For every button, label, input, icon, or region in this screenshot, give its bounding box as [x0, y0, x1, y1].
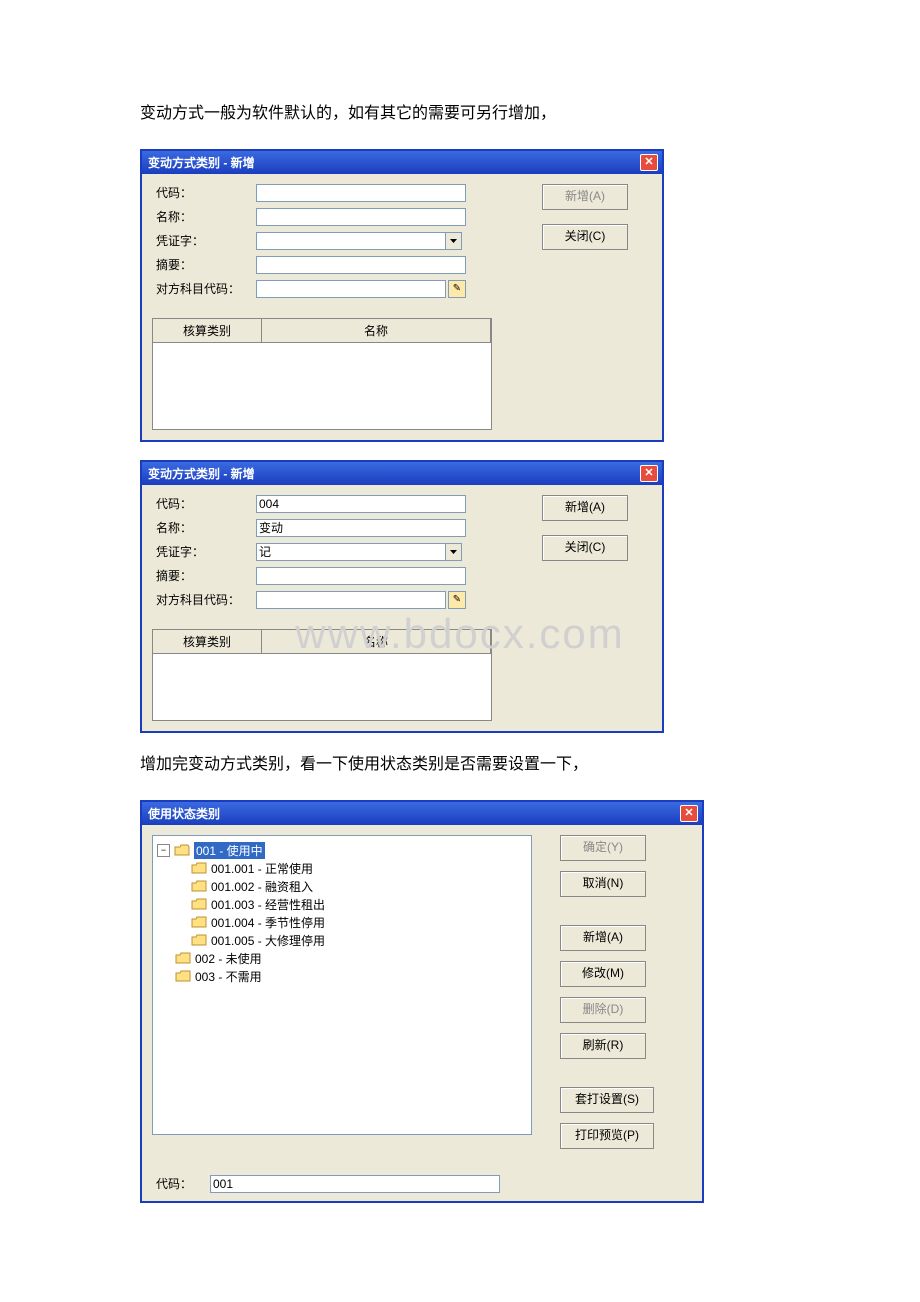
code-input[interactable]	[256, 495, 466, 513]
label-account: 对方科目代码：	[152, 280, 256, 297]
modify-button[interactable]: 修改(M)	[560, 961, 646, 987]
title-text: 变动方式类别 - 新增	[148, 465, 255, 482]
refresh-button[interactable]: 刷新(R)	[560, 1033, 646, 1059]
voucher-input[interactable]	[256, 232, 446, 250]
tree-label: 001.005 - 大修理停用	[211, 932, 325, 949]
tree-label: 001.001 - 正常使用	[211, 860, 313, 877]
code-input[interactable]	[210, 1175, 500, 1193]
voucher-input[interactable]	[256, 543, 446, 561]
name-input[interactable]	[256, 519, 466, 537]
close-button[interactable]: 关闭(C)	[542, 535, 628, 561]
summary-input[interactable]	[256, 256, 466, 274]
dialog-change-type-2: 变动方式类别 - 新增 ✕ 代码： 名称： 凭证字： 摘要： 对方科目代码：✎ …	[140, 460, 664, 733]
label-summary: 摘要：	[152, 256, 256, 273]
tree-label: 001.004 - 季节性停用	[211, 914, 325, 931]
tree-node[interactable]: 002 - 未使用	[157, 950, 527, 968]
tree-node[interactable]: 001.004 - 季节性停用	[157, 914, 527, 932]
tree-label: 001.003 - 经营性租出	[211, 896, 325, 913]
tree-node[interactable]: 003 - 不需用	[157, 968, 527, 986]
close-icon[interactable]: ✕	[640, 154, 658, 171]
grid-col-type[interactable]: 核算类别	[153, 630, 262, 653]
voucher-combo[interactable]	[256, 543, 462, 561]
dialog-use-status: 使用状态类别 ✕ − 001 - 使用中 001.001 - 正常使用 001.…	[140, 800, 704, 1203]
print-preview-button[interactable]: 打印预览(P)	[560, 1123, 654, 1149]
tree-node[interactable]: 001.002 - 融资租入	[157, 878, 527, 896]
label-name: 名称：	[152, 519, 256, 536]
cancel-button[interactable]: 取消(N)	[560, 871, 646, 897]
label-summary: 摘要：	[152, 567, 256, 584]
tree-node[interactable]: − 001 - 使用中	[157, 842, 527, 860]
chevron-down-icon[interactable]	[446, 543, 462, 561]
title-text: 使用状态类别	[148, 805, 220, 822]
tree-node[interactable]: 001.001 - 正常使用	[157, 860, 527, 878]
close-icon[interactable]: ✕	[640, 465, 658, 482]
label-voucher: 凭证字：	[152, 232, 256, 249]
chevron-down-icon[interactable]	[446, 232, 462, 250]
close-icon[interactable]: ✕	[680, 805, 698, 822]
lookup-icon[interactable]: ✎	[448, 280, 466, 298]
name-input[interactable]	[256, 208, 466, 226]
code-input[interactable]	[256, 184, 466, 202]
folder-icon	[175, 952, 191, 965]
voucher-combo[interactable]	[256, 232, 462, 250]
folder-icon	[175, 970, 191, 983]
account-input[interactable]	[256, 591, 446, 609]
delete-button[interactable]: 删除(D)	[560, 997, 646, 1023]
tree-label: 002 - 未使用	[195, 950, 262, 967]
grid: 核算类别 名称	[152, 318, 492, 430]
title-text: 变动方式类别 - 新增	[148, 154, 255, 171]
tree-node[interactable]: 001.005 - 大修理停用	[157, 932, 527, 950]
folder-icon	[191, 934, 207, 947]
folder-open-icon	[174, 844, 190, 857]
lookup-icon[interactable]: ✎	[448, 591, 466, 609]
grid: 核算类别 名称	[152, 629, 492, 721]
titlebar[interactable]: 变动方式类别 - 新增 ✕	[142, 151, 662, 174]
add-button[interactable]: 新增(A)	[542, 495, 628, 521]
label-code: 代码：	[152, 184, 256, 201]
ok-button[interactable]: 确定(Y)	[560, 835, 646, 861]
paragraph-2: 增加完变动方式类别，看一下使用状态类别是否需要设置一下，	[140, 751, 780, 780]
label-code: 代码：	[152, 1175, 210, 1192]
grid-col-name[interactable]: 名称	[262, 630, 491, 653]
collapse-icon[interactable]: −	[157, 844, 170, 857]
titlebar[interactable]: 变动方式类别 - 新增 ✕	[142, 462, 662, 485]
account-input[interactable]	[256, 280, 446, 298]
grid-col-name[interactable]: 名称	[262, 319, 491, 342]
folder-icon	[191, 880, 207, 893]
label-voucher: 凭证字：	[152, 543, 256, 560]
close-button[interactable]: 关闭(C)	[542, 224, 628, 250]
folder-icon	[191, 862, 207, 875]
add-button[interactable]: 新增(A)	[542, 184, 628, 210]
folder-icon	[191, 916, 207, 929]
tree-label: 001 - 使用中	[194, 842, 265, 859]
tree-node[interactable]: 001.003 - 经营性租出	[157, 896, 527, 914]
print-setup-button[interactable]: 套打设置(S)	[560, 1087, 654, 1113]
paragraph-1: 变动方式一般为软件默认的，如有其它的需要可另行增加，	[140, 100, 780, 129]
dialog-change-type-1: 变动方式类别 - 新增 ✕ 代码： 名称： 凭证字： 摘要： 对方科目代码：✎ …	[140, 149, 664, 442]
tree[interactable]: − 001 - 使用中 001.001 - 正常使用 001.002 - 融资租…	[152, 835, 532, 1135]
tree-label: 001.002 - 融资租入	[211, 878, 313, 895]
grid-col-type[interactable]: 核算类别	[153, 319, 262, 342]
titlebar[interactable]: 使用状态类别 ✕	[142, 802, 702, 825]
add-button[interactable]: 新增(A)	[560, 925, 646, 951]
tree-label: 003 - 不需用	[195, 968, 262, 985]
summary-input[interactable]	[256, 567, 466, 585]
label-code: 代码：	[152, 495, 256, 512]
label-name: 名称：	[152, 208, 256, 225]
folder-icon	[191, 898, 207, 911]
label-account: 对方科目代码：	[152, 591, 256, 608]
